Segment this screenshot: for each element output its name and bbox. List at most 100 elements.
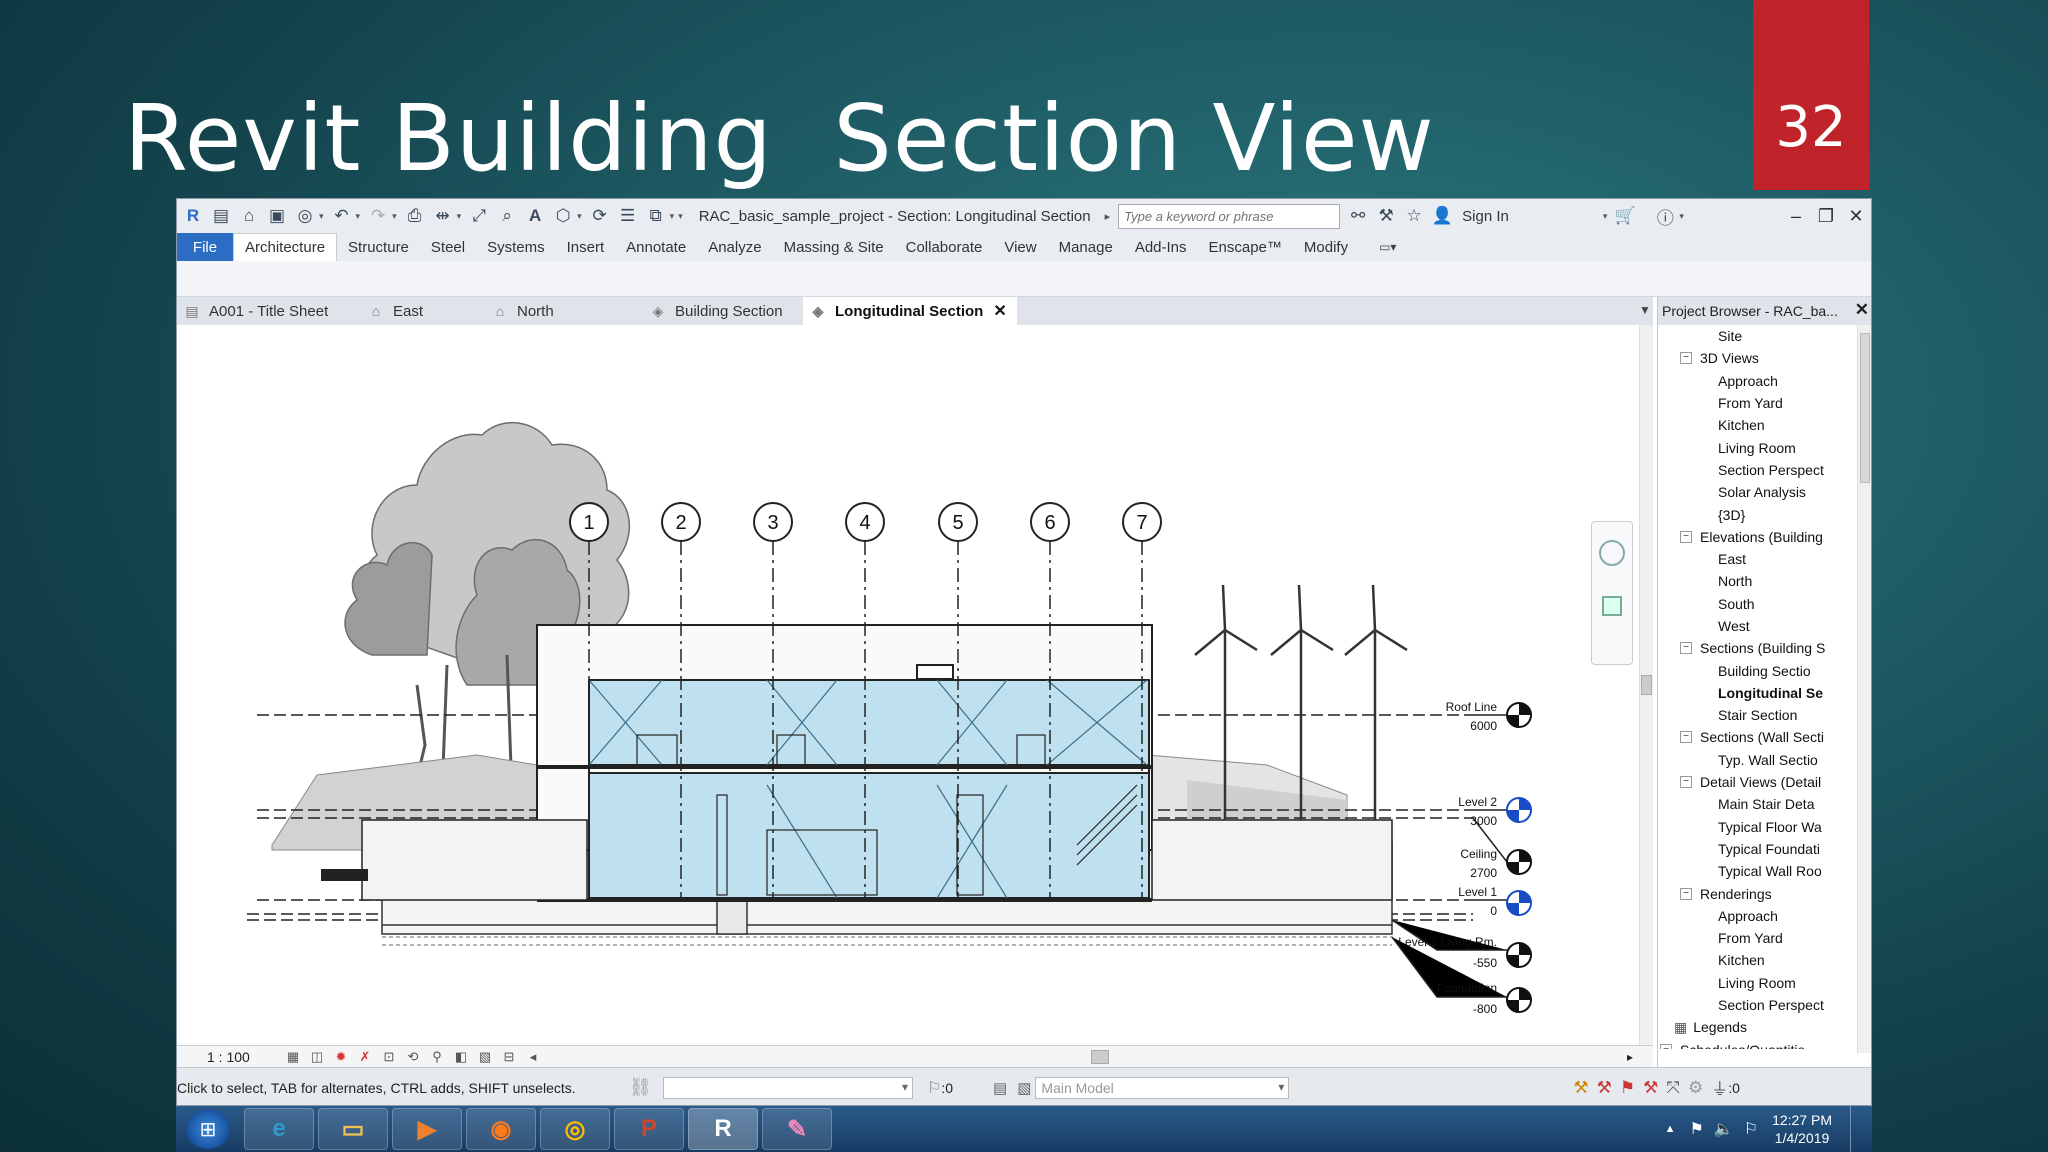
browser-item[interactable]: Section Perspect — [1658, 459, 1858, 481]
browser-item[interactable]: Kitchen — [1658, 949, 1858, 971]
ribbon-tab-analyze[interactable]: Analyze — [697, 233, 772, 261]
thin-lines-icon[interactable]: ☰ — [616, 204, 640, 228]
ie-icon[interactable]: e — [244, 1108, 314, 1150]
collapse-toggle-icon[interactable]: − — [1680, 776, 1692, 789]
print-icon[interactable]: ⎙ — [403, 204, 427, 228]
collapse-toggle-icon[interactable]: − — [1680, 887, 1692, 900]
dimension-icon[interactable]: ⤢ — [467, 204, 491, 228]
cart-icon[interactable]: 🛒 — [1613, 204, 1637, 228]
browser-item[interactable]: Typical Floor Wa — [1658, 816, 1858, 838]
browser-item[interactable]: Site — [1658, 325, 1858, 347]
restore-icon[interactable]: ❐ — [1813, 203, 1839, 229]
scroll-left-icon[interactable]: ◂ — [523, 1049, 543, 1065]
level-elevation[interactable]: -550 — [1473, 956, 1497, 970]
ribbon-tab-steel[interactable]: Steel — [420, 233, 476, 261]
ribbon-tab-structure[interactable]: Structure — [337, 233, 420, 261]
network-icon[interactable]: ⚐ — [1744, 1119, 1758, 1139]
view-tabs-menu-icon[interactable]: ▼ — [1639, 303, 1651, 317]
chrome-icon[interactable]: ◎ — [540, 1108, 610, 1150]
view-scale[interactable]: 1 : 100 — [207, 1049, 281, 1065]
browser-item[interactable]: Main Stair Deta — [1658, 793, 1858, 815]
redo-icon[interactable]: ↷ — [366, 204, 390, 228]
revit-icon[interactable]: R — [688, 1108, 758, 1150]
level-elevation[interactable]: 6000 — [1470, 719, 1497, 733]
browser-item[interactable]: Longitudinal Se — [1658, 682, 1858, 704]
binoculars-icon[interactable]: ⚯ — [1346, 204, 1370, 228]
open-icon[interactable]: ▤ — [209, 204, 233, 228]
collapse-toggle-icon[interactable]: − — [1680, 530, 1692, 543]
favorites-star-icon[interactable]: ☆ — [1402, 204, 1426, 228]
ribbon-tab-architecture[interactable]: Architecture — [233, 233, 338, 261]
face-select-icon[interactable]: ⚒ — [1643, 1078, 1658, 1098]
browser-item[interactable]: West — [1658, 615, 1858, 637]
view-tab[interactable]: ▤ A001 - Title Sheet — [177, 297, 361, 325]
grid-bubble-label[interactable]: 4 — [859, 512, 870, 534]
browser-item[interactable]: Approach — [1658, 370, 1858, 392]
level-name[interactable]: Foundation — [1437, 981, 1497, 995]
ribbon-tab-massing-site[interactable]: Massing & Site — [773, 233, 895, 261]
grid-bubble-label[interactable]: 6 — [1044, 512, 1055, 534]
collapse-toggle-icon[interactable]: − — [1680, 352, 1692, 365]
underlay-select-icon[interactable]: ⚒ — [1597, 1078, 1612, 1098]
level-name[interactable]: Roof Line — [1446, 700, 1498, 714]
firefox-icon[interactable]: ◉ — [466, 1108, 536, 1150]
collapse-toggle-icon[interactable]: − — [1660, 1043, 1672, 1049]
close-icon[interactable]: ✕ — [1843, 203, 1869, 229]
browser-item[interactable]: − Schedules/Quantitie — [1658, 1039, 1858, 1049]
ribbon-tab-annotate[interactable]: Annotate — [615, 233, 697, 261]
folder-icon[interactable]: ▭ — [318, 1108, 388, 1150]
design-option-select[interactable]: Main Model — [1035, 1076, 1290, 1099]
vertical-scrollbar[interactable] — [1639, 325, 1653, 1045]
start-button[interactable]: ⊞ — [186, 1109, 230, 1149]
show-crop-icon[interactable]: ⟲ — [403, 1049, 423, 1065]
tag-icon[interactable]: ⌕ — [495, 204, 519, 228]
view-tab[interactable]: ◈ Building Section — [643, 297, 803, 325]
grid-bubble-label[interactable]: 5 — [952, 512, 963, 534]
undo-icon[interactable]: ↶ — [330, 204, 354, 228]
close-tab-icon[interactable]: ✕ — [993, 301, 1006, 321]
view-tab[interactable]: ⌂ North — [485, 297, 643, 325]
browser-item[interactable]: North — [1658, 570, 1858, 592]
crop-view-icon[interactable]: ⊡ — [379, 1049, 399, 1065]
customize-toolbar-icon[interactable]: ▾ — [678, 211, 683, 222]
collapse-toggle-icon[interactable]: − — [1680, 731, 1692, 744]
design-options-edit-icon[interactable]: ▧ — [1017, 1079, 1031, 1097]
section-tool-icon[interactable]: ⟳ — [588, 204, 612, 228]
action-center-icon[interactable]: ⚑ — [1689, 1119, 1703, 1139]
measure-icon[interactable]: ⇹ — [431, 204, 455, 228]
browser-item[interactable]: − Elevations (Building — [1658, 526, 1858, 548]
communication-icon[interactable]: ⚒ — [1374, 204, 1398, 228]
workset-select[interactable] — [663, 1076, 913, 1099]
user-icon[interactable]: 👤 — [1430, 204, 1454, 228]
editing-requests-icon[interactable]: ⚐ — [927, 1078, 941, 1098]
browser-item[interactable]: Section Perspect — [1658, 994, 1858, 1016]
tray-expand-icon[interactable]: ▲ — [1665, 1123, 1676, 1135]
browser-item[interactable]: − Sections (Wall Secti — [1658, 726, 1858, 748]
browser-item[interactable]: From Yard — [1658, 392, 1858, 414]
browser-item[interactable]: Typ. Wall Sectio — [1658, 749, 1858, 771]
paint-icon[interactable]: ✎ — [762, 1108, 832, 1150]
level-elevation[interactable]: 0 — [1490, 904, 1497, 918]
grid-bubble-label[interactable]: 3 — [767, 512, 778, 534]
clock[interactable]: 12:27 PM 1/4/2019 — [1772, 1111, 1832, 1147]
show-desktop-button[interactable] — [1850, 1106, 1864, 1152]
analytical-model-icon[interactable]: ▧ — [475, 1049, 495, 1065]
level-name[interactable]: Ceiling — [1460, 847, 1497, 861]
grid-bubble-label[interactable]: 7 — [1136, 512, 1147, 534]
ribbon-options-icon[interactable]: ▭▾ — [1379, 240, 1396, 254]
scroll-right-icon[interactable]: ▸ — [1627, 1050, 1633, 1064]
level-elevation[interactable]: 3000 — [1470, 814, 1497, 828]
horizontal-scrollbar-thumb[interactable] — [1091, 1050, 1109, 1064]
constraints-icon[interactable]: ⊟ — [499, 1049, 519, 1065]
sync-icon[interactable]: ◎ — [293, 204, 317, 228]
browser-item[interactable]: South — [1658, 593, 1858, 615]
browser-item[interactable]: Typical Wall Roo — [1658, 860, 1858, 882]
drag-select-icon[interactable]: ⤧ — [1666, 1078, 1680, 1098]
help-search-input[interactable] — [1118, 203, 1341, 229]
project-browser-scrollbar[interactable] — [1857, 325, 1871, 1053]
browser-item[interactable]: −3D Views — [1658, 347, 1858, 369]
steering-wheel-icon[interactable] — [1599, 540, 1625, 566]
ribbon-tab-file[interactable]: File — [177, 233, 233, 261]
browser-item[interactable]: Building Sectio — [1658, 659, 1858, 681]
ribbon-tab-insert[interactable]: Insert — [556, 233, 616, 261]
